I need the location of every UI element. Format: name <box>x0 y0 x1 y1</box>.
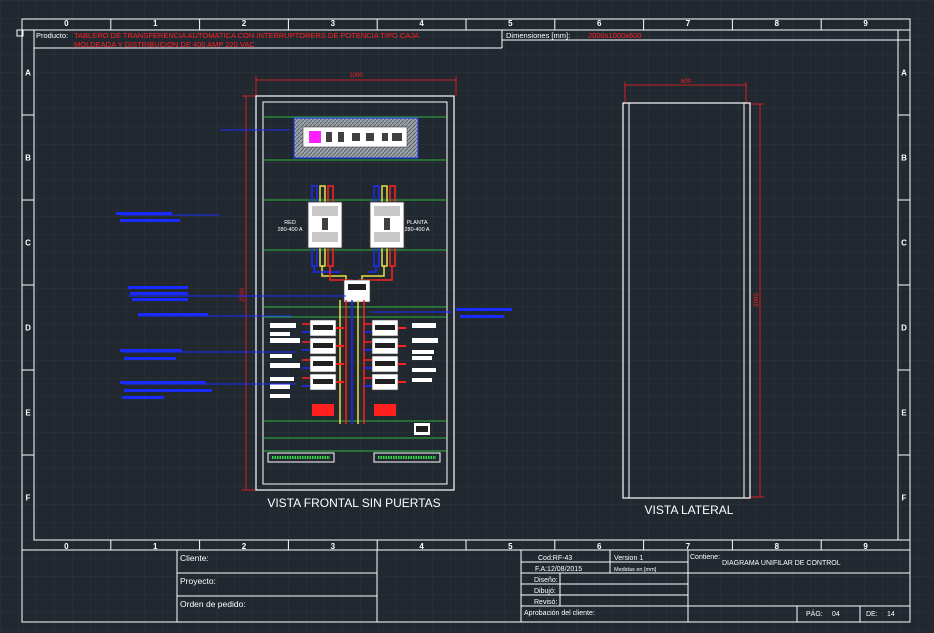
dist-breaker-left-bottom <box>312 404 334 416</box>
dibujo-label: Dibujó: <box>534 588 556 595</box>
orden-label: Orden de pedido: <box>180 599 246 609</box>
column-label: 8 <box>775 19 780 28</box>
row-label: B <box>901 154 907 163</box>
breaker-planta-name: PLANTA <box>407 220 428 226</box>
row-label: E <box>25 409 31 418</box>
dimensions-label: Dimensiones [mm]: <box>506 31 570 40</box>
row-label: C <box>901 239 907 248</box>
side-height-dimension: 2000 <box>754 293 760 307</box>
distribution-breaker-handle <box>375 361 395 366</box>
dimensions-value: 2000x1000x600 <box>588 31 641 40</box>
row-label: A <box>901 69 907 78</box>
row-label: F <box>902 494 907 503</box>
distribution-breaker-handle <box>375 343 395 348</box>
control-panel-magenta-module <box>309 131 321 143</box>
column-ruler-bottom: 0123456789 <box>22 540 910 551</box>
breaker-red-name: RED <box>284 220 296 226</box>
cliente-label: Cliente: <box>180 553 209 563</box>
row-label: B <box>25 154 31 163</box>
front-width-dimension: 1000 <box>349 73 363 79</box>
reviso-label: Revisó: <box>534 599 557 606</box>
row-label: C <box>25 239 31 248</box>
product-text-line2: MOLDEADA Y DISTRIBUCION DE 400 AMP 220 V… <box>74 40 255 49</box>
front-view-title: VISTA FRONTAL SIN PUERTAS <box>267 496 440 510</box>
distribution-breaker-handle <box>313 361 333 366</box>
proyecto-label: Proyecto: <box>180 576 216 586</box>
aprobacion-label: Aprobación del cliente: <box>524 610 595 617</box>
diseno-label: Diseño: <box>534 577 558 584</box>
pag-label: PÁG: <box>806 609 823 618</box>
distribution-breaker-handle <box>375 325 395 330</box>
column-label: 9 <box>863 19 868 28</box>
column-label: 4 <box>419 19 424 28</box>
distribution-breaker-handle <box>313 325 333 330</box>
distribution-breaker-handle <box>313 343 333 348</box>
column-label: 5 <box>508 19 513 28</box>
column-label: 1 <box>153 19 158 28</box>
front-height-dimension: 2000 <box>240 288 246 302</box>
column-label: 7 <box>686 19 691 28</box>
fa-value: F.A:12/08/2015 <box>535 566 582 573</box>
contiene-label: Contiene: <box>690 554 720 561</box>
row-label: E <box>901 409 907 418</box>
breaker-red-rating: 280-400 A <box>277 227 302 233</box>
contiene-value: DIAGRAMA UNIFILAR DE CONTROL <box>722 560 841 567</box>
product-text-line1: TABLERO DE TRANSFERENCIA AUTOMATICA CON … <box>74 31 419 40</box>
distribution-breaker-handle <box>313 379 333 384</box>
cod-value: Cod:RF-43 <box>538 555 572 562</box>
version-value: Version 1 <box>614 555 643 562</box>
medidas-value: Medidas en [mm] <box>614 567 657 573</box>
side-view-title: VISTA LATERAL <box>645 503 734 517</box>
row-label: D <box>25 324 31 333</box>
side-width-dimension: 600 <box>681 79 692 85</box>
row-label: F <box>26 494 31 503</box>
dist-breaker-right-bottom <box>374 404 396 416</box>
row-label: D <box>901 324 907 333</box>
pag-value: 04 <box>832 611 840 618</box>
column-label: 6 <box>597 19 602 28</box>
breaker-planta-rating: 280-400 A <box>404 227 429 233</box>
de-label: DE: <box>866 611 878 618</box>
product-label: Producto: <box>36 31 68 40</box>
row-label: A <box>25 69 31 78</box>
cad-drawing-sheet: 0123456789 0123456789 ABCDEF ABCDEF Prod… <box>0 0 934 633</box>
de-value: 14 <box>887 611 895 618</box>
column-label: 2 <box>242 19 247 28</box>
column-label: 0 <box>64 19 69 28</box>
column-label: 3 <box>331 19 336 28</box>
distribution-breaker-handle <box>375 379 395 384</box>
